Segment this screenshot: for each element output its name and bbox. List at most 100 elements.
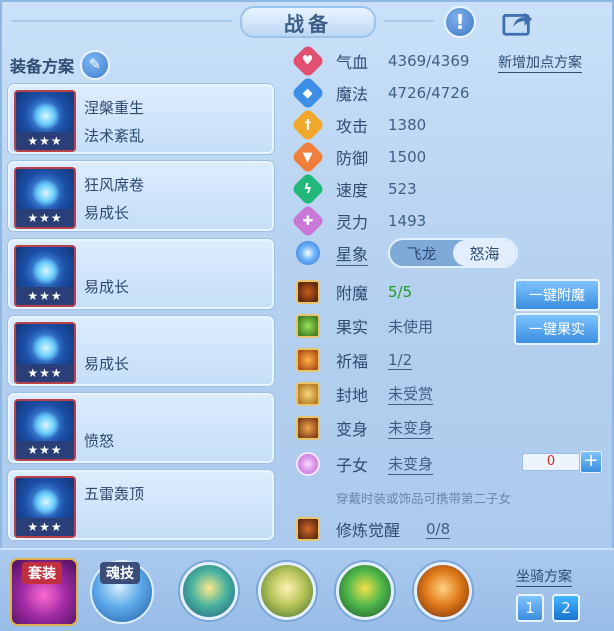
child-label: 子女 [336, 456, 369, 475]
transform-row: 变身 未变身 [296, 413, 434, 443]
equipment-icon: ★★★ [14, 244, 76, 307]
equipment-slot-3[interactable]: ★★★ 易成长 [8, 238, 274, 309]
awaken-label: 修炼觉醒 [336, 521, 401, 540]
equipment-name: 涅槃重生 [84, 99, 145, 117]
window-title-plate: 战备 [240, 6, 376, 38]
shield-icon: ▼ [291, 140, 325, 174]
fief-row: 封地 未受赏 [296, 379, 434, 409]
star-rating: ★★★ [16, 286, 74, 305]
child-count: 0 [522, 453, 580, 471]
stat-label: 防御 [336, 149, 369, 168]
equipment-slot-2[interactable]: ★★★ 狂风席卷易成长 [8, 161, 274, 232]
equipment-effect: 法术紊乱 [84, 127, 145, 145]
equipment-effect: 易成长 [84, 277, 130, 296]
transform-icon [296, 416, 320, 440]
stat-label: 气血 [336, 53, 369, 72]
tab-suit-label: 套装 [22, 562, 62, 584]
constellation-label[interactable]: 星象 [336, 241, 369, 266]
star-rating: ★★★ [16, 132, 74, 150]
equipment-effect: 易成长 [84, 204, 130, 223]
stat-value: 1380 [388, 116, 427, 134]
awaken-row: 修炼觉醒 0/8 [296, 514, 451, 544]
star-rating: ★★★ [16, 209, 74, 228]
plan-header: 装备方案 ✎ [10, 50, 111, 80]
info-button[interactable]: ! [444, 6, 476, 38]
child-icon [296, 452, 320, 476]
stat-label: 速度 [336, 181, 369, 200]
blessing-value[interactable]: 1/2 [388, 351, 413, 370]
equipment-icon: ★★★ [14, 167, 76, 230]
fruit-value: 未使用 [388, 317, 434, 336]
spirit-icon: ✚ [291, 204, 325, 238]
transform-value[interactable]: 未变身 [388, 417, 434, 439]
stat-value: 4726/4726 [388, 84, 470, 102]
stat-mp: ◆ 魔法 4726/4726 [291, 76, 469, 110]
add-points-plan-link[interactable]: 新增加点方案 [498, 52, 582, 73]
equipment-name: 狂风席卷 [84, 176, 145, 195]
blessing-icon [296, 348, 320, 372]
pencil-icon: ✎ [89, 57, 101, 73]
tab-soul-skill-label: 魂技 [100, 562, 140, 584]
exclamation-icon: ! [455, 10, 465, 34]
fruit-icon [296, 314, 320, 338]
fief-value[interactable]: 未受赏 [388, 383, 434, 405]
child-hint: 穿戴时装或饰品可携带第二子女 [336, 491, 512, 506]
title-divider-left [12, 20, 232, 22]
heart-icon: ♥ [291, 44, 325, 78]
constellation-option-feilong[interactable]: 飞龙 [390, 240, 453, 266]
awaken-value[interactable]: 0/8 [426, 520, 451, 539]
one-click-enchant-button[interactable]: 一键附魔 [514, 279, 600, 311]
awaken-icon [296, 517, 320, 541]
tab-suit[interactable]: 套装 [10, 558, 78, 626]
equipment-name: 五雷轰顶 [84, 485, 145, 504]
enchant-value: 5/5 [388, 283, 413, 301]
stat-speed: ϟ 速度 523 [291, 172, 417, 206]
star-rating: ★★★ [16, 441, 74, 460]
blessing-row: 祈福 1/2 [296, 345, 413, 375]
skill-slot-3-icon[interactable] [336, 562, 394, 620]
constellation-option-nuhai[interactable]: 怒海 [453, 240, 516, 266]
equipment-icon: ★★★ [14, 476, 76, 539]
one-click-fruit-button[interactable]: 一键果实 [514, 313, 600, 345]
fief-label: 封地 [336, 386, 369, 405]
fruit-label: 果实 [336, 318, 369, 337]
constellation-row: 星象 [296, 238, 369, 268]
stat-label: 灵力 [336, 213, 369, 232]
mount-plan-2-button[interactable]: 2 [552, 594, 580, 622]
skill-slot-2-icon[interactable] [258, 562, 316, 620]
equipment-slot-6[interactable]: ★★★ 五雷轰顶 [8, 470, 274, 541]
enchant-label: 附魔 [336, 284, 369, 303]
equipment-effect: 愤怒 [84, 432, 115, 451]
edit-plan-button[interactable]: ✎ [80, 50, 111, 80]
star-rating: ★★★ [16, 518, 74, 537]
constellation-toggle[interactable]: 飞龙 怒海 [388, 238, 518, 268]
equipment-icon: ★★★ [14, 90, 76, 152]
skill-slot-1-icon[interactable] [180, 562, 238, 620]
mount-plan-1-button[interactable]: 1 [516, 594, 544, 622]
stat-value: 523 [388, 180, 417, 198]
star-rating: ★★★ [16, 363, 74, 382]
share-icon [502, 12, 533, 36]
equipment-slot-1[interactable]: ★★★ 涅槃重生法术紊乱 [8, 84, 274, 154]
stat-attack: † 攻击 1380 [291, 108, 426, 142]
stat-label: 魔法 [336, 85, 369, 104]
stat-label: 攻击 [336, 117, 369, 136]
stat-value: 1500 [388, 148, 427, 166]
share-button[interactable] [502, 6, 534, 38]
enchant-row: 附魔 5/5 [296, 277, 412, 307]
blessing-label: 祈福 [336, 352, 369, 371]
title-divider-right [384, 20, 434, 22]
skill-slot-4-icon[interactable] [414, 562, 472, 620]
add-child-button[interactable]: + [580, 451, 602, 473]
stat-value: 1493 [388, 212, 427, 230]
plan-header-label: 装备方案 [10, 57, 75, 76]
scroll-icon [296, 382, 320, 406]
equipment-list: ★★★ 涅槃重生法术紊乱 ★★★ 狂风席卷易成长 ★★★ 易成长 ★★★ 易成长… [8, 84, 274, 548]
equipment-slot-4[interactable]: ★★★ 易成长 [8, 315, 274, 386]
mount-plan-header[interactable]: 坐骑方案 [516, 566, 572, 587]
equipment-effect: 易成长 [84, 354, 130, 373]
stat-defense: ▼ 防御 1500 [291, 140, 426, 174]
window-title: 战备 [284, 11, 332, 36]
child-value[interactable]: 未变身 [388, 453, 434, 475]
equipment-slot-5[interactable]: ★★★ 愤怒 [8, 393, 274, 464]
